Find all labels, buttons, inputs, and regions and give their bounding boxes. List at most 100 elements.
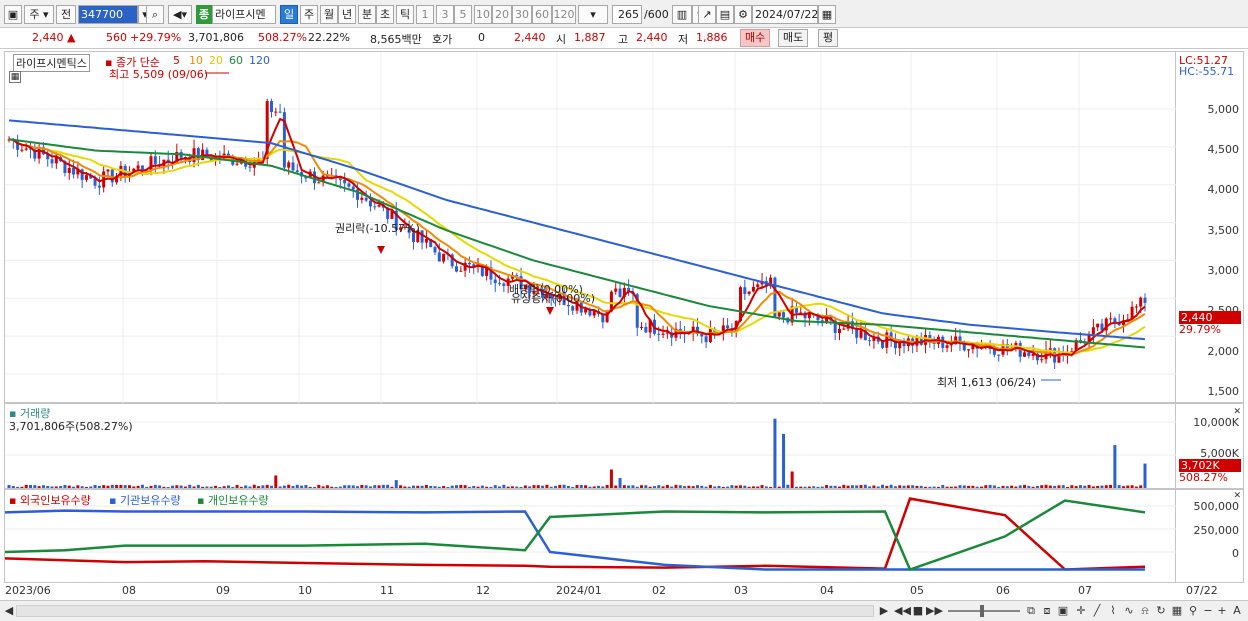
period-month[interactable]: 월 — [320, 5, 338, 24]
candle-body — [618, 288, 622, 297]
scroll-right-icon[interactable]: ▶ — [878, 603, 890, 619]
layout-icon-1[interactable]: ⧉ — [1024, 603, 1038, 619]
count-input[interactable]: 265 — [612, 5, 642, 24]
speaker-icon[interactable]: ◀▾ — [168, 5, 192, 24]
zoom-in-icon[interactable]: + — [1216, 603, 1228, 619]
stop-icon[interactable]: ■ — [912, 603, 924, 619]
ma20-line — [8, 138, 1146, 354]
scrollbar-track[interactable] — [16, 605, 874, 617]
zoom-slider-handle[interactable] — [980, 605, 984, 617]
table-icon[interactable]: ▦ — [9, 71, 21, 83]
holdings-pane[interactable]: ▪ 외국인보유수량 ▪ 기관보유수량 ▪ 개인보유수량 — [4, 489, 1177, 583]
sell-button[interactable]: 매도 — [778, 29, 809, 47]
stock-name-field[interactable]: 라이프시멘 — [212, 5, 276, 24]
interval-3[interactable]: 3 — [436, 5, 454, 24]
volume-bar — [476, 486, 480, 488]
volume-bar — [420, 485, 424, 488]
volume-bar — [928, 486, 932, 488]
volume-axis[interactable]: ✕ 10,000K 5,000K 3,702K 508.27% — [1176, 403, 1244, 489]
volume-bar — [971, 485, 975, 488]
volume-bar — [459, 484, 463, 488]
volume-bar — [265, 484, 269, 488]
period-week[interactable]: 주 — [300, 5, 318, 24]
interval-120[interactable]: 120 — [552, 5, 576, 24]
save-icon[interactable]: ▤ — [716, 5, 734, 24]
volume-bar — [46, 485, 50, 488]
date-12: 12 — [476, 584, 490, 597]
period-minute[interactable]: 분 — [358, 5, 376, 24]
holdings-axis[interactable]: ✕ 500,000 250,000 0 — [1176, 489, 1244, 583]
candle-body — [898, 342, 902, 349]
refresh-icon[interactable]: ↻ — [1154, 603, 1168, 619]
forward-icon[interactable]: ▶▶ — [926, 603, 943, 619]
period-select[interactable]: 주 ▾ — [24, 5, 54, 24]
pin-icon[interactable]: ⚲ — [1186, 603, 1200, 619]
rewind-icon[interactable]: ◀◀ — [894, 603, 911, 619]
candle-body — [433, 247, 437, 253]
fibonacci-icon[interactable]: ∿ — [1122, 603, 1136, 619]
period-year[interactable]: 년 — [338, 5, 356, 24]
window-menu-icon[interactable]: ▣ — [4, 5, 22, 24]
candle-body — [777, 312, 781, 317]
volume-pane[interactable]: ▪ 거래량 3,701,806주(508.27%) — [4, 403, 1177, 489]
interval-60[interactable]: 60 — [532, 5, 552, 24]
volume-bar — [381, 484, 385, 488]
zoom-out-icon[interactable]: − — [1202, 603, 1214, 619]
gear-icon[interactable]: ⚙ — [734, 5, 752, 24]
search-icon[interactable]: ⌕ — [146, 5, 164, 24]
volume-bar — [816, 486, 820, 488]
volume-bar — [657, 485, 661, 488]
volume-bar — [235, 484, 239, 488]
hold-tick-0: 0 — [1232, 547, 1239, 560]
draw-line-icon[interactable]: ╱ — [1090, 603, 1104, 619]
volume-bar — [140, 484, 144, 488]
volume-bar — [416, 485, 420, 488]
candle-icon[interactable]: ▥ — [672, 5, 692, 24]
interval-1[interactable]: 1 — [416, 5, 434, 24]
date-09: 09 — [216, 584, 230, 597]
volume-bar — [627, 485, 631, 488]
magnet-icon[interactable]: ⍾ — [1138, 603, 1152, 619]
volume-bar — [945, 486, 949, 488]
volume-bar — [1014, 486, 1018, 488]
scroll-left-icon[interactable]: ◀ — [4, 603, 14, 619]
calendar-icon[interactable]: ▦ — [818, 5, 836, 24]
volume-bar — [850, 485, 854, 488]
trend-icon[interactable]: ↗ — [698, 5, 716, 24]
interval-20[interactable]: 20 — [492, 5, 512, 24]
volume-bar — [239, 486, 243, 488]
interval-10[interactable]: 10 — [474, 5, 492, 24]
period-tick[interactable]: 틱 — [396, 5, 414, 24]
period-second[interactable]: 초 — [376, 5, 394, 24]
volume-bar — [89, 486, 93, 488]
candle-body — [24, 148, 28, 150]
jeon-button[interactable]: 전 — [56, 5, 76, 24]
volume-bar — [171, 485, 175, 488]
average-button[interactable]: 평 — [818, 29, 839, 47]
zoom-slider[interactable] — [948, 610, 1020, 612]
layout-icon-2[interactable]: ⧈ — [1040, 603, 1054, 619]
candle-body — [1023, 352, 1027, 357]
volume-bar — [291, 486, 295, 488]
volume-bar — [566, 485, 570, 488]
volume-bar — [885, 485, 889, 488]
period-day[interactable]: 일 — [280, 5, 298, 24]
stock-code-input[interactable]: 347700 — [78, 5, 138, 24]
volume-bar — [455, 485, 459, 488]
price-pane[interactable]: 라이프시멘틱스 ▪ 종가 단순 5 10 20 60 120 최고 5,509 … — [4, 51, 1177, 404]
volume-bar — [605, 484, 609, 488]
price-axis[interactable]: LC:51.27 HC:-55.71 5,000 4,500 4,000 3,5… — [1176, 51, 1244, 403]
volume-bar — [640, 485, 644, 488]
draw-tool-icon[interactable]: ⌇ — [1106, 603, 1120, 619]
interval-5[interactable]: 5 — [454, 5, 472, 24]
grid-icon[interactable]: ▦ — [1170, 603, 1184, 619]
date-input[interactable]: 2024/07/22 — [752, 5, 818, 24]
interval-30[interactable]: 30 — [512, 5, 532, 24]
volume-bar — [411, 485, 415, 488]
crosshair-icon[interactable]: ✛ — [1074, 603, 1088, 619]
interval-input[interactable]: ▾ — [578, 5, 608, 24]
volume-bar — [794, 486, 798, 488]
layout-icon-3[interactable]: ▣ — [1056, 603, 1070, 619]
buy-button[interactable]: 매수 — [740, 29, 771, 47]
font-size-icon[interactable]: A — [1230, 603, 1244, 619]
